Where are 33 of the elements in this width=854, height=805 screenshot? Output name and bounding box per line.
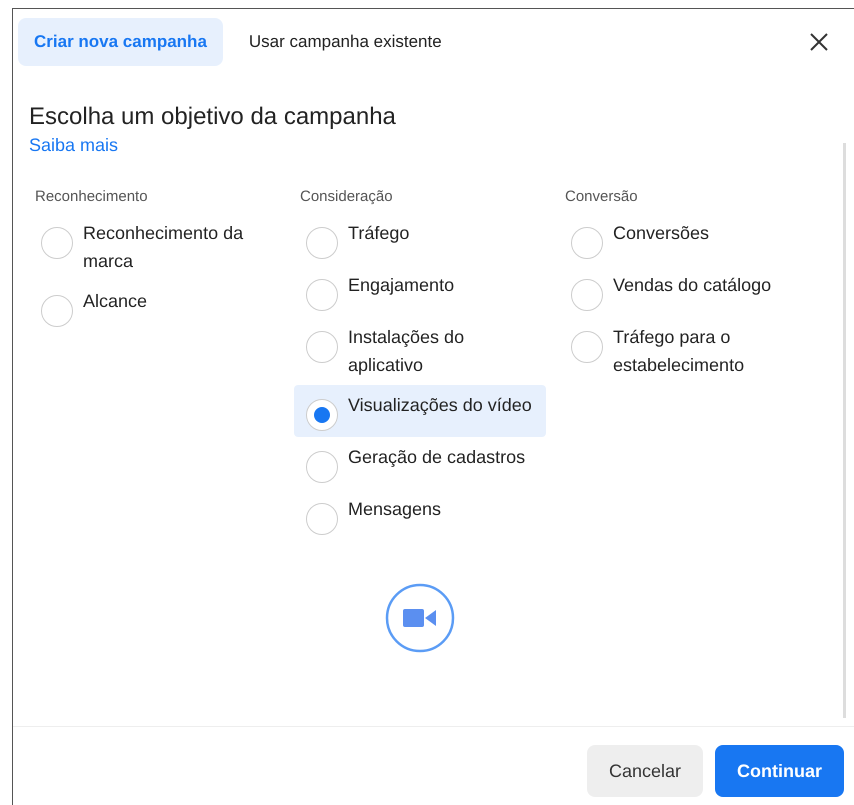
dialog-heading: Escolha um objetivo da campanha (29, 103, 397, 131)
radio-button[interactable] (306, 503, 338, 535)
objective-option[interactable]: Geração de cadastros (294, 437, 546, 489)
objective-option[interactable]: Reconhecimento da marca (29, 213, 281, 281)
tab[interactable]: Criar nova campanha (18, 18, 223, 66)
objective-option[interactable]: Mensagens (294, 489, 546, 541)
radio-button[interactable] (306, 279, 338, 311)
objective-option[interactable]: Engajamento (294, 265, 546, 317)
objective-option[interactable]: Alcance (29, 281, 281, 333)
tab[interactable]: Usar campanha existente (232, 18, 458, 66)
learn-more-link[interactable]: Saiba mais (29, 135, 118, 155)
objective-option[interactable]: Instalações do aplicativo (294, 317, 546, 385)
radio-button[interactable] (571, 331, 603, 363)
objective-option[interactable]: Tráfego (294, 213, 546, 265)
radio-button[interactable] (306, 331, 338, 363)
radio-button[interactable] (306, 399, 338, 431)
continue-button[interactable]: Continuar (715, 745, 844, 797)
radio-button[interactable] (41, 295, 73, 327)
cancel-button[interactable]: Cancelar (586, 745, 703, 797)
category-label: Conversão (564, 188, 639, 205)
category-label: Consideração (299, 188, 394, 205)
objective-option[interactable]: Visualizações do vídeo (294, 385, 546, 437)
radio-button[interactable] (571, 227, 603, 259)
close-icon (810, 33, 828, 51)
radio-button[interactable] (41, 227, 73, 259)
radio-button[interactable] (306, 451, 338, 483)
radio-button[interactable] (571, 279, 603, 311)
objective-option[interactable]: Vendas do catálogo (559, 265, 811, 317)
objective-option[interactable]: Tráfego para o estabelecimento (559, 317, 811, 385)
objective-option[interactable]: Conversões (559, 213, 811, 265)
video-camera-icon (385, 583, 455, 653)
category-label: Reconhecimento (34, 188, 149, 205)
radio-button[interactable] (306, 227, 338, 259)
